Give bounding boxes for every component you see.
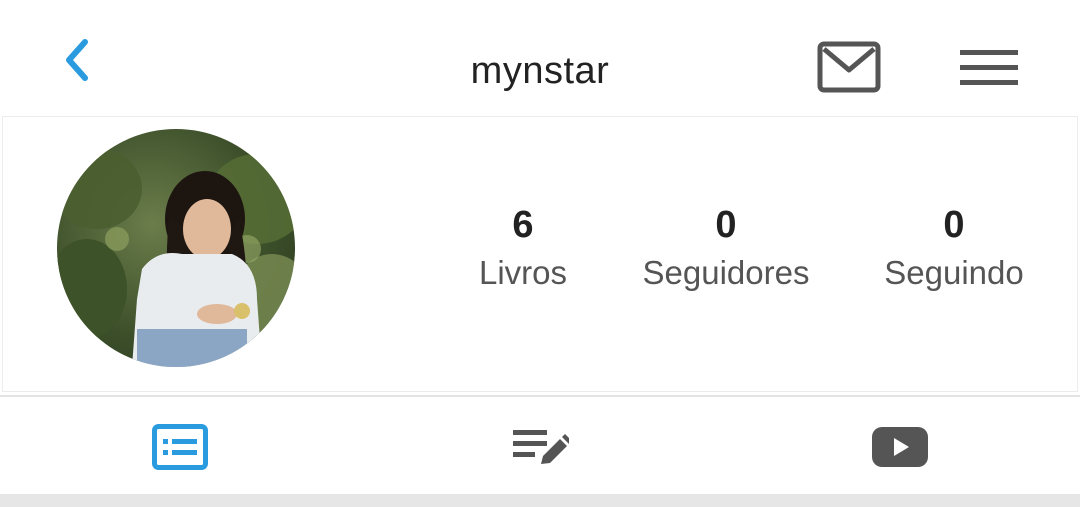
avatar[interactable]	[57, 129, 295, 367]
stat-followers-label: Seguidores	[642, 254, 810, 291]
stat-followers[interactable]: 0 Seguidores	[621, 201, 831, 295]
bottom-divider	[0, 494, 1080, 507]
stat-following-count: 0	[943, 204, 965, 246]
top-bar: mynstar	[0, 0, 1080, 116]
mail-icon	[817, 41, 881, 93]
profile-info-card-icon	[152, 424, 208, 470]
stat-books-label: Livros	[478, 254, 568, 291]
messages-button[interactable]	[812, 36, 886, 98]
stat-books[interactable]: 6 Livros	[443, 201, 603, 295]
page-title: mynstar	[470, 50, 610, 92]
stat-books-count: 6	[512, 204, 534, 246]
tab-about[interactable]	[140, 415, 220, 479]
stat-followers-count: 0	[715, 204, 737, 246]
stat-following[interactable]: 0 Seguindo	[859, 201, 1049, 295]
tab-reading-list[interactable]	[500, 415, 580, 479]
hamburger-menu-icon	[960, 50, 1018, 85]
profile-tab-bar	[0, 395, 1080, 497]
stat-following-label: Seguindo	[884, 254, 1024, 291]
video-play-icon	[872, 427, 928, 467]
profile-card: 6 Livros 0 Seguidores 0 Seguindo	[2, 116, 1078, 392]
reading-list-edit-icon	[513, 430, 569, 464]
menu-button[interactable]	[952, 38, 1026, 98]
profile-photo	[57, 129, 295, 367]
tab-videos[interactable]	[860, 415, 940, 479]
